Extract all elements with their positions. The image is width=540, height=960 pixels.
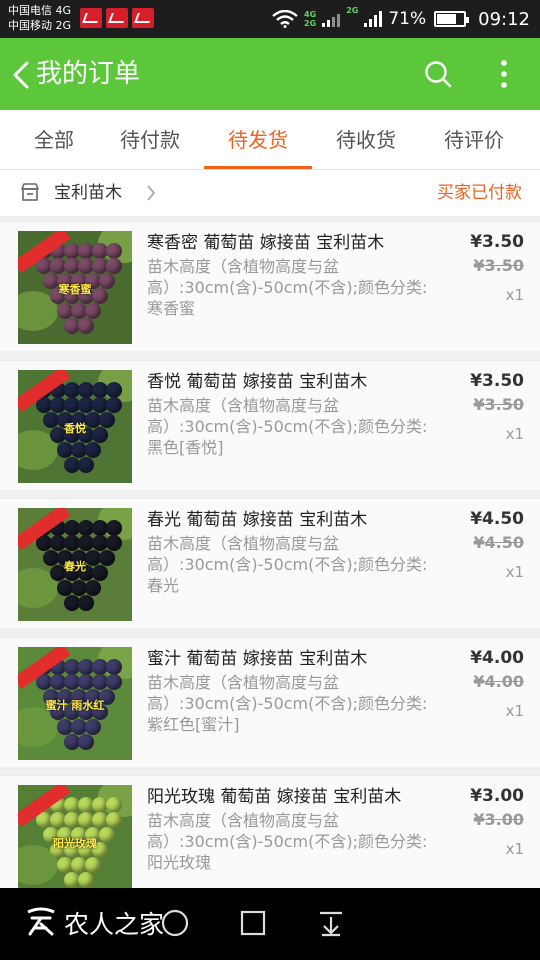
product-price: ¥4.00 (470, 648, 524, 668)
product-spec: 苗木高度（含植物高度与盆高）:30cm(含)-50cm(不含);颜色分类:寒香蜜 (147, 257, 428, 318)
carrier-2: 中国移动 2G (8, 19, 72, 32)
product-spec: 苗木高度（含植物高度与盆高）:30cm(含)-50cm(不含);颜色分类:紫红色… (147, 673, 428, 734)
product-spec: 苗木高度（含植物高度与盆高）:30cm(含)-50cm(不含);颜色分类:黑色[… (147, 396, 428, 457)
product-name[interactable]: 寒香密 葡萄苗 嫁接苗 宝利苗木 (147, 231, 457, 255)
notification-icon (80, 8, 102, 28)
product-quantity: x1 (505, 840, 524, 858)
product-image[interactable]: 阳光玫瑰 (18, 785, 132, 898)
shop-header[interactable]: 宝利苗木 买家已付款 (0, 170, 540, 216)
chevron-right-icon (147, 185, 156, 201)
shop-icon (21, 183, 39, 201)
more-icon[interactable] (494, 58, 514, 90)
order-tabs: 全部 待付款 待发货 待收货 待评价 (0, 110, 540, 170)
tab-pending-payment[interactable]: 待付款 (96, 110, 204, 170)
product-price: ¥3.50 (470, 232, 524, 252)
original-price: ¥3.50 (473, 256, 524, 275)
watermark-text: 农人之家 (64, 910, 165, 939)
product-price: ¥4.50 (470, 509, 524, 529)
product-image-label: 蜜汁 雨水红 (45, 699, 105, 712)
order-item[interactable]: 寒香蜜 寒香密 葡萄苗 嫁接苗 宝利苗木 苗木高度（含植物高度与盆高）:30cm… (0, 221, 540, 351)
shop-name[interactable]: 宝利苗木 (54, 170, 122, 216)
product-quantity: x1 (505, 425, 524, 443)
status-bar: 中国电信 4G 中国移动 2G 4G 2G 2G 71% 09:12 (0, 0, 540, 38)
product-name[interactable]: 蜜汁 葡萄苗 嫁接苗 宝利苗木 (147, 647, 457, 671)
signal-icon (322, 11, 341, 27)
product-image-label: 香悦 (64, 422, 86, 435)
product-image[interactable]: 香悦 (18, 370, 132, 483)
product-image[interactable]: 寒香蜜 (18, 231, 132, 344)
tab-pending-receipt[interactable]: 待收货 (312, 110, 420, 170)
active-tab-indicator (204, 166, 312, 169)
notification-icon (106, 8, 128, 28)
product-image-label: 春光 (64, 560, 86, 573)
network-type: 4G 2G (304, 10, 316, 28)
back-icon[interactable] (12, 60, 30, 90)
product-spec: 苗木高度（含植物高度与盆高）:30cm(含)-50cm(不含);颜色分类:春光 (147, 534, 428, 595)
product-image-label: 阳光玫瑰 (53, 837, 97, 850)
home-circle-icon[interactable] (158, 906, 192, 940)
page-title: 我的订单 (36, 59, 141, 89)
original-price: ¥3.50 (473, 395, 524, 414)
signal-icon-2 (364, 11, 383, 27)
product-quantity: x1 (505, 286, 524, 304)
product-image[interactable]: 春光 (18, 508, 132, 621)
clock: 09:12 (478, 8, 530, 30)
notification-icon (132, 8, 154, 28)
network-type-2: 2G (346, 6, 359, 15)
product-quantity: x1 (505, 702, 524, 720)
tab-pending-review[interactable]: 待评价 (420, 110, 528, 170)
original-price: ¥4.00 (473, 672, 524, 691)
order-status: 买家已付款 (437, 183, 522, 203)
battery-percent: 71% (388, 9, 427, 29)
watermark: 农人之家 (22, 904, 164, 942)
order-item[interactable]: 蜜汁 雨水红 蜜汁 葡萄苗 嫁接苗 宝利苗木 苗木高度（含植物高度与盆高）:30… (0, 637, 540, 767)
order-item[interactable]: 香悦 香悦 葡萄苗 嫁接苗 宝利苗木 苗木高度（含植物高度与盆高）:30cm(含… (0, 360, 540, 490)
original-price: ¥3.00 (473, 810, 524, 829)
carrier-1: 中国电信 4G (8, 4, 72, 17)
product-price: ¥3.00 (470, 786, 524, 806)
search-icon[interactable] (424, 60, 452, 88)
product-price: ¥3.50 (470, 371, 524, 391)
order-item[interactable]: 阳光玫瑰 阳光玫瑰 葡萄苗 嫁接苗 宝利苗木 苗木高度（含植物高度与盆高）:30… (0, 775, 540, 905)
original-price: ¥4.50 (473, 533, 524, 552)
product-name[interactable]: 春光 葡萄苗 嫁接苗 宝利苗木 (147, 508, 457, 532)
system-nav-bar: 农人之家 (0, 888, 540, 960)
recents-square-icon[interactable] (236, 906, 270, 940)
product-spec: 苗木高度（含植物高度与盆高）:30cm(含)-50cm(不含);颜色分类:阳光玫… (147, 811, 428, 872)
tab-pending-shipment[interactable]: 待发货 (204, 110, 312, 170)
app-header: 我的订单 (0, 38, 540, 110)
order-item[interactable]: 春光 春光 葡萄苗 嫁接苗 宝利苗木 苗木高度（含植物高度与盆高）:30cm(含… (0, 498, 540, 628)
product-image[interactable]: 蜜汁 雨水红 (18, 647, 132, 760)
tab-all[interactable]: 全部 (0, 110, 108, 170)
notification-pull-icon[interactable] (314, 906, 348, 940)
product-name[interactable]: 香悦 葡萄苗 嫁接苗 宝利苗木 (147, 370, 457, 394)
network-type-top: 4G (304, 10, 317, 19)
brand-logo-icon (27, 907, 55, 936)
product-name[interactable]: 阳光玫瑰 葡萄苗 嫁接苗 宝利苗木 (147, 785, 457, 809)
wifi-icon (272, 10, 298, 28)
product-quantity: x1 (505, 563, 524, 581)
network-type-bottom: 2G (304, 19, 317, 28)
battery-icon (434, 11, 470, 27)
product-image-label: 寒香蜜 (58, 283, 92, 296)
